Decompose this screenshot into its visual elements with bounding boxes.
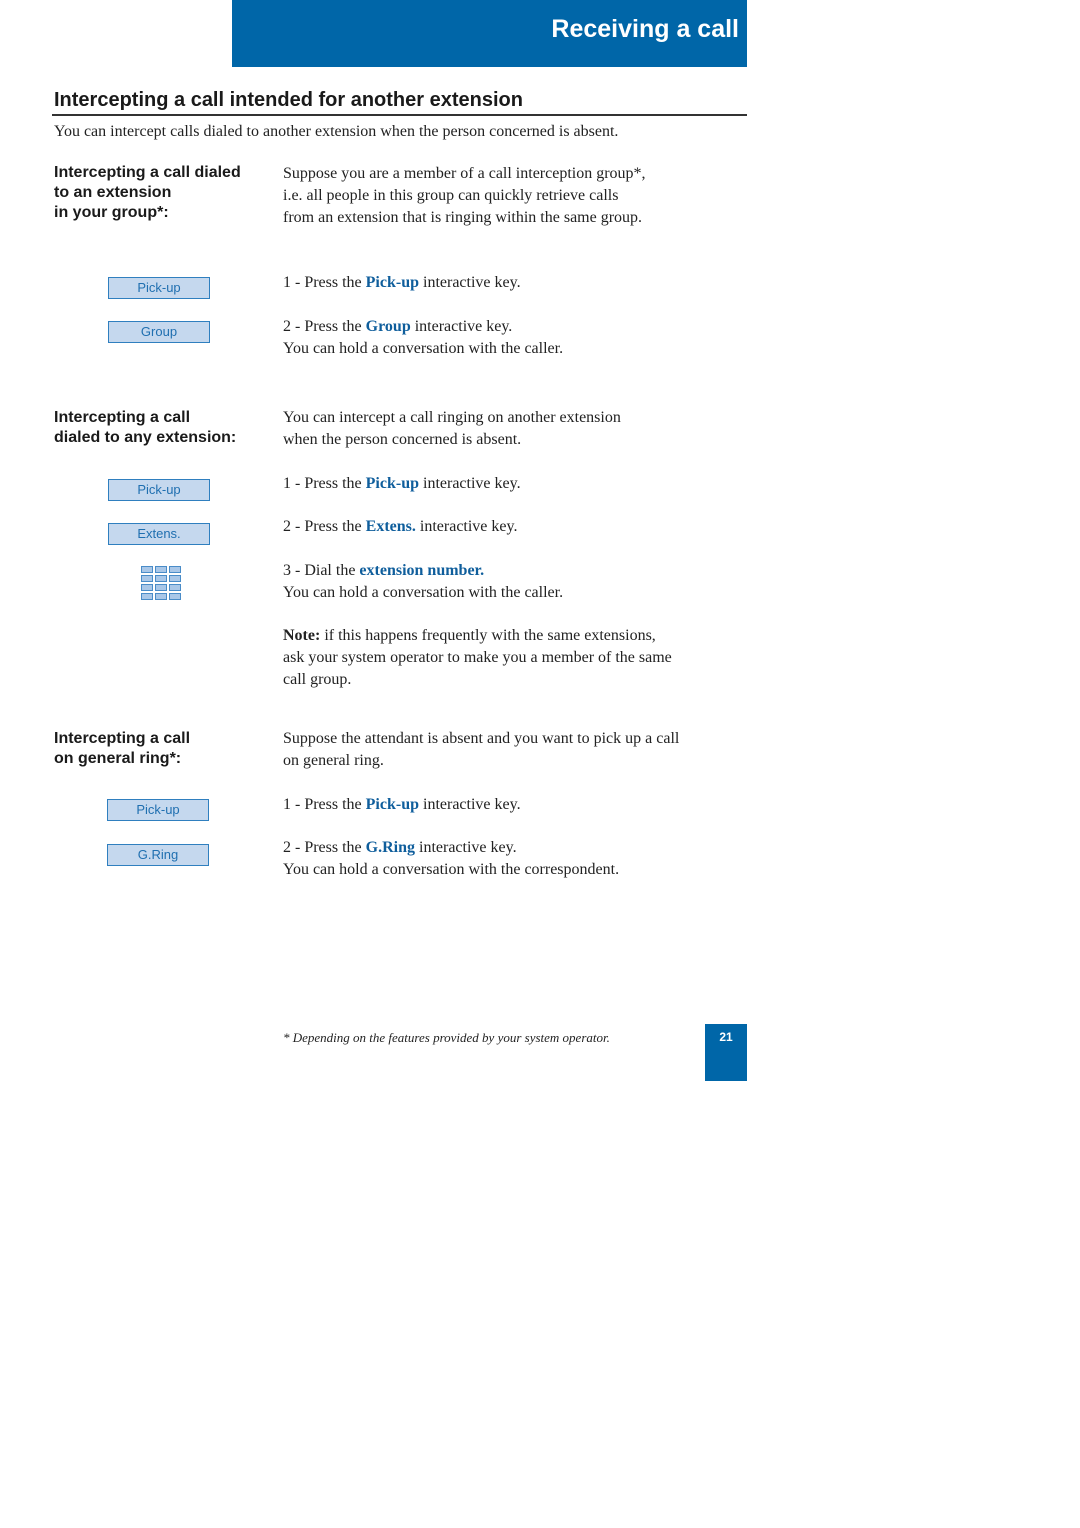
heading-line: in your group*: (54, 204, 169, 221)
gring-key[interactable]: G.Ring (107, 844, 209, 866)
pickup-key[interactable]: Pick-up (107, 799, 209, 821)
description-line: Suppose you are a member of a call inter… (283, 165, 646, 182)
step-text: interactive key. (419, 475, 521, 492)
step-text: 2 - Press the (283, 839, 366, 856)
step-key-name: G.Ring (365, 839, 415, 856)
subsection-description-general-ring: Suppose the attendant is absent and you … (283, 728, 679, 772)
heading-line: Intercepting a call (54, 409, 191, 426)
step-result: You can hold a conversation with the cal… (283, 340, 564, 357)
footnote: * Depending on the features provided by … (283, 1030, 610, 1045)
note-label: Note: (283, 627, 321, 644)
step-text: interactive key. (410, 318, 513, 335)
step-2: 2 - Press the Extens. interactive key. (283, 516, 517, 538)
step-1: 1 - Press the Pick-up interactive key. (283, 473, 521, 495)
heading-line: dialed to any extension: (54, 429, 237, 446)
step-3: 3 - Dial the extension number. You can h… (283, 560, 563, 604)
pickup-key[interactable]: Pick-up (108, 479, 210, 501)
note-line: ask your system operator to make you a m… (283, 649, 672, 666)
description-line: from an extension that is ringing within… (283, 209, 643, 226)
section-intro: You can intercept calls dialed to anothe… (54, 123, 619, 140)
heading-line: Intercepting a call (54, 730, 191, 747)
step-key-name: Extens. (365, 518, 416, 535)
description-line: i.e. all people in this group can quickl… (283, 187, 619, 204)
subsection-heading-any-extension: Intercepting a call dialed to any extens… (54, 408, 236, 448)
subsection-description-group: Suppose you are a member of a call inter… (283, 163, 646, 229)
chapter-title: Receiving a call (551, 15, 739, 43)
step-2: 2 - Press the G.Ring interactive key. Yo… (283, 837, 619, 881)
section-title: Intercepting a call intended for another… (54, 89, 523, 111)
step-key-name: Pick-up (365, 475, 419, 492)
step-result: You can hold a conversation with the cal… (283, 584, 564, 601)
keypad-icon (141, 566, 183, 600)
step-key-name: Pick-up (365, 796, 419, 813)
step-text: interactive key. (419, 274, 521, 291)
heading-line: to an extension (54, 184, 172, 201)
step-2: 2 - Press the Group interactive key. You… (283, 316, 563, 360)
page-number-box: 21 (705, 1024, 747, 1081)
subsection-heading-group: Intercepting a call dialed to an extensi… (54, 163, 241, 223)
step-1: 1 - Press the Pick-up interactive key. (283, 272, 521, 294)
step-text: 1 - Press the (283, 274, 366, 291)
step-text: interactive key. (415, 839, 517, 856)
description-line: on general ring. (283, 752, 384, 769)
step-text: 1 - Press the (283, 475, 366, 492)
step-text: 1 - Press the (283, 796, 366, 813)
step-text: interactive key. (415, 518, 518, 535)
step-key-name: Pick-up (365, 274, 419, 291)
note-line: if this happens frequently with the same… (320, 627, 656, 644)
description-line: Suppose the attendant is absent and you … (283, 730, 680, 747)
step-key-name: Group (365, 318, 411, 335)
title-divider (52, 114, 747, 116)
step-text: 2 - Press the (283, 518, 366, 535)
subsection-heading-general-ring: Intercepting a call on general ring*: (54, 729, 190, 769)
header-banner: Receiving a call (232, 0, 747, 67)
step-text: 3 - Dial the (283, 562, 360, 579)
group-key[interactable]: Group (108, 321, 210, 343)
extens-key[interactable]: Extens. (108, 523, 210, 545)
step-text: interactive key. (419, 796, 521, 813)
step-result: You can hold a conversation with the cor… (283, 861, 620, 878)
description-line: You can intercept a call ringing on anot… (283, 409, 621, 426)
subsection-description-any-extension: You can intercept a call ringing on anot… (283, 407, 621, 451)
step-text: 2 - Press the (283, 318, 366, 335)
note: Note: if this happens frequently with th… (283, 625, 672, 691)
step-key-name: extension number. (359, 562, 485, 579)
pickup-key[interactable]: Pick-up (108, 277, 210, 299)
note-line: call group. (283, 671, 352, 688)
heading-line: on general ring*: (54, 750, 182, 767)
step-1: 1 - Press the Pick-up interactive key. (283, 794, 521, 816)
heading-line: Intercepting a call dialed (54, 164, 241, 181)
description-line: when the person concerned is absent. (283, 431, 522, 448)
page-number: 21 (719, 1030, 733, 1044)
